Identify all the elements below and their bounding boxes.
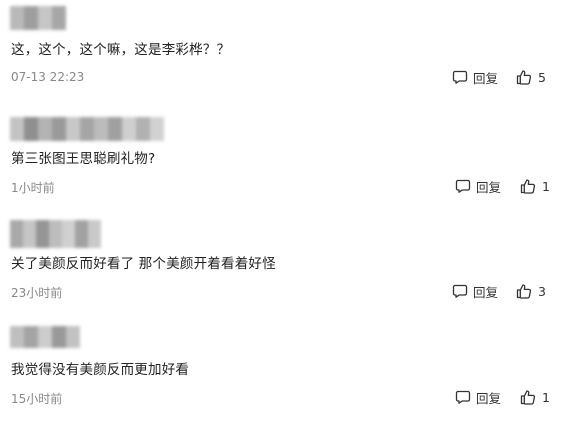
comment-item: 第三张图王思聪刷礼物? 1小时前 回复 1 — [0, 109, 572, 215]
comment-timestamp: 15小时前 — [11, 392, 63, 406]
comment-item: 这，这个，这个嘛，这是李彩桦？？ 07-13 22:23 回复 5 — [0, 0, 572, 106]
reply-button[interactable]: 回复 — [455, 385, 501, 409]
like-count: 5 — [538, 69, 546, 85]
comment-timestamp: 1小时前 — [11, 181, 55, 195]
reply-button[interactable]: 回复 — [452, 279, 498, 303]
reply-label: 回复 — [476, 179, 502, 195]
like-button[interactable]: 1 — [520, 174, 550, 198]
username-blurred[interactable] — [10, 117, 164, 141]
username-blurred[interactable] — [10, 6, 66, 30]
username-blurred[interactable] — [10, 220, 101, 248]
comment-text: 我觉得没有美颜反而更加好看 — [11, 362, 190, 378]
like-button[interactable]: 1 — [520, 385, 550, 409]
comment-timestamp: 23小时前 — [11, 286, 63, 300]
comment-bubble-icon — [452, 70, 468, 84]
comment-item: 我觉得没有美颜反而更加好看 15小时前 回复 1 — [0, 320, 572, 426]
thumbs-up-icon — [520, 179, 536, 194]
comment-bubble-icon — [455, 390, 471, 404]
comment-bubble-icon — [452, 284, 468, 298]
reply-label: 回复 — [476, 390, 502, 406]
thumbs-up-icon — [516, 284, 532, 299]
reply-label: 回复 — [473, 70, 499, 86]
reply-label: 回复 — [473, 284, 499, 300]
thumbs-up-icon — [516, 70, 532, 85]
reply-button[interactable]: 回复 — [455, 174, 501, 198]
username-blurred[interactable] — [10, 326, 80, 348]
comment-text: 第三张图王思聪刷礼物? — [11, 151, 156, 167]
comment-list: 这，这个，这个嘛，这是李彩桦？？ 07-13 22:23 回复 5 第三张图王思… — [0, 0, 572, 415]
comment-timestamp: 07-13 22:23 — [11, 70, 85, 84]
like-button[interactable]: 5 — [516, 65, 546, 89]
comment-text: 关了美颜反而好看了 那个美颜开着看着好怪 — [11, 256, 276, 272]
like-count: 1 — [542, 389, 550, 405]
comment-text: 这，这个，这个嘛，这是李彩桦？？ — [11, 42, 231, 58]
comment-bubble-icon — [455, 179, 471, 193]
reply-button[interactable]: 回复 — [452, 65, 498, 89]
like-count: 3 — [538, 283, 546, 299]
thumbs-up-icon — [520, 390, 536, 405]
like-count: 1 — [542, 178, 550, 194]
like-button[interactable]: 3 — [516, 279, 546, 303]
comment-item: 关了美颜反而好看了 那个美颜开着看着好怪 23小时前 回复 3 — [0, 214, 572, 320]
